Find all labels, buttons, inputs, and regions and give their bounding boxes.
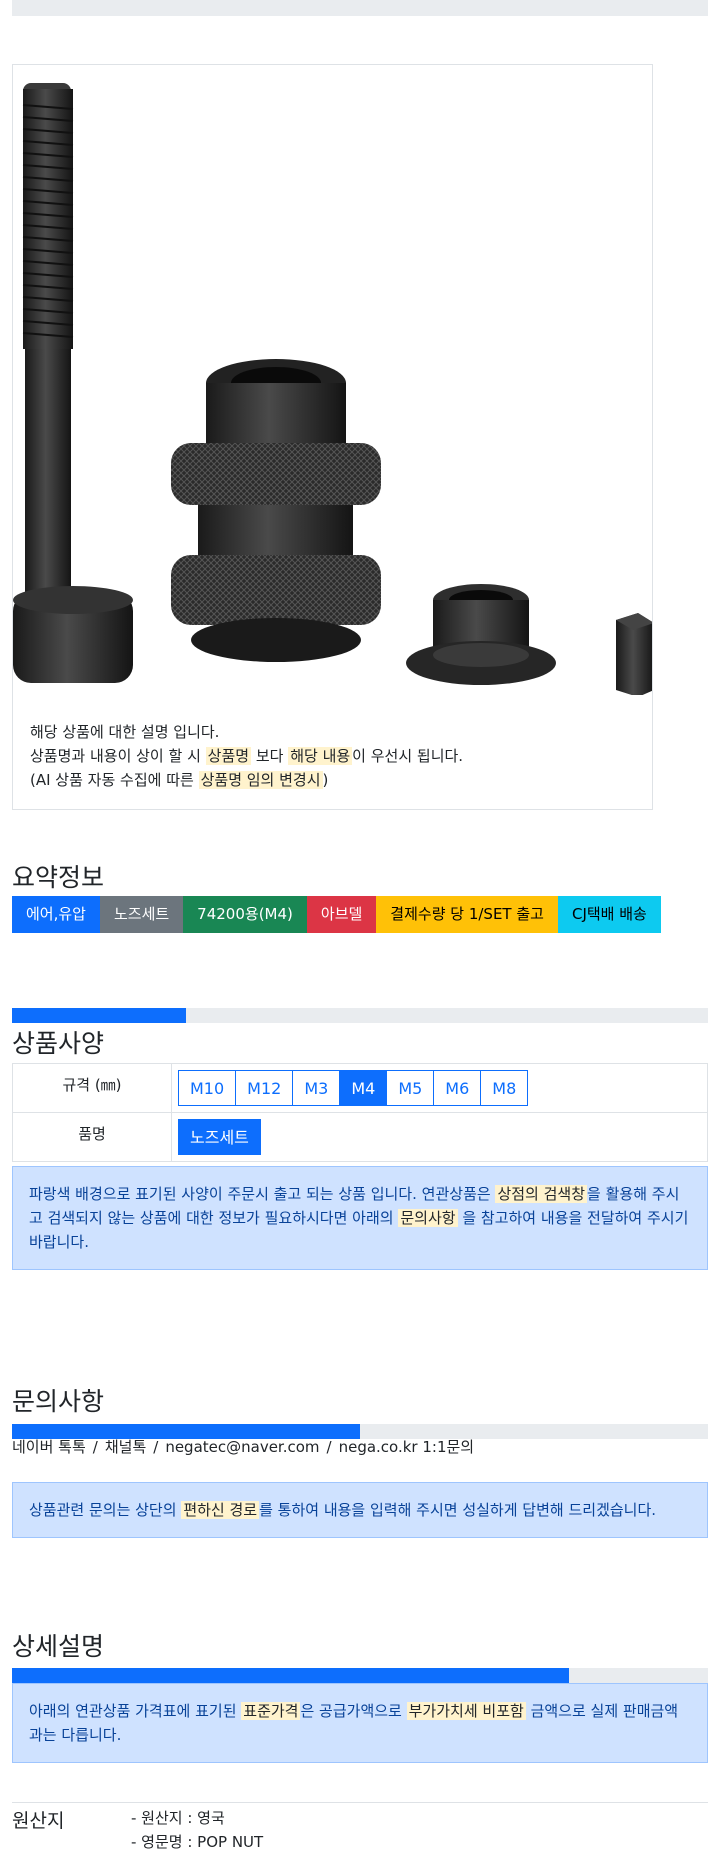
summary-badge: 결제수량 당 1/SET 출고 [376,896,558,933]
spec-notice: 파랑색 배경으로 표기된 사양이 주문시 출고 되는 상품 입니다. 연관상품은… [12,1166,708,1270]
size-option-m8[interactable]: M8 [480,1070,529,1106]
spec-progress-bar [12,1008,708,1023]
notice-text: 를 통하여 내용을 입력해 주시면 성실하게 답변해 드리겠습니다. [259,1501,657,1519]
contact-separator: / [326,1438,332,1456]
size-option-m3[interactable]: M3 [292,1070,341,1106]
spec-row-size: 규격 (㎜) M10 M12 M3 M4 M5 M6 M8 [12,1063,708,1113]
detail-notice: 아래의 연관상품 가격표에 표기된 표준가격 은 공급가액으로 부가가치세 비포함… [12,1683,708,1763]
summary-badge: CJ택배 배송 [557,896,661,933]
contact-list: 네이버 톡톡 / 채널톡 / negatec@naver.com / nega.co.kr … [12,1436,474,1457]
contact-separator: / [92,1438,98,1456]
summary-badge: 노즈세트 [99,896,184,933]
highlight-text: 부가가치세 비포함 [406,1702,526,1720]
origin-divider [12,1802,708,1803]
highlight-text: 상점의 검색창 [495,1185,588,1203]
inquiry-title: 문의사항 [12,1387,105,1416]
origin-item: - 영문명 : POP NUT [131,1833,264,1851]
description-line: (AI 상품 자동 수집에 따른 상품명 임의 변경시) [30,768,463,792]
origin-list: - 원산지 : 영국 - 영문명 : POP NUT [131,1806,263,1854]
product-image [13,83,652,695]
notice-text: 아래의 연관상품 가격표에 표기된 [29,1702,242,1720]
contact-link[interactable]: 채널톡 [105,1438,146,1456]
contact-link[interactable]: nega.co.kr 1:1문의 [339,1438,475,1456]
description-line: 상품명과 내용이 상이 할 시 상품명 보다 해당 내용 이 우선시 됩니다. [30,744,463,768]
spec-title: 상품사양 [12,1029,105,1058]
summary-badge: 아브델 [306,896,377,933]
size-option-m6[interactable]: M6 [433,1070,482,1106]
size-option-group: M10 M12 M3 M4 M5 M6 M8 [178,1070,701,1106]
spec-row-label: 품명 [12,1112,172,1162]
inquiry-notice: 상품관련 문의는 상단의 편하신 경로 를 통하여 내용을 입력해 주시면 성실하… [12,1482,708,1538]
highlight-text: 표준가격 [241,1702,301,1720]
bolt-shape [13,83,133,683]
product-card: 해당 상품에 대한 설명 입니다. 상품명과 내용이 상이 할 시 상품명 보다… [12,64,653,810]
summary-badges: 에어,유압 노즈세트 74200용(M4) 아브델 결제수량 당 1/SET 출고 CJ택… [12,896,661,933]
spec-table: 규격 (㎜) M10 M12 M3 M4 M5 M6 M8 품명 노즈세트 [12,1063,708,1162]
hex-nut-shape [616,613,652,695]
highlight-text: 편하신 경로 [181,1501,260,1519]
spec-progress-fill [12,1008,186,1023]
highlight-text: 문의사항 [398,1209,458,1227]
contact-separator: / [153,1438,159,1456]
size-option-m5[interactable]: M5 [386,1070,435,1106]
origin-item: - 원산지 : 영국 [131,1809,225,1827]
summary-title: 요약정보 [12,863,105,892]
description-text: ) [322,771,329,789]
top-bar [12,0,708,16]
highlight-text: 상품명 [205,747,252,765]
name-option-button[interactable]: 노즈세트 [178,1119,261,1155]
summary-badge: 74200용(M4) [183,896,307,933]
size-option-m12[interactable]: M12 [235,1070,294,1106]
description-text: 보다 [251,747,289,765]
size-option-m10[interactable]: M10 [178,1070,237,1106]
highlight-text: 해당 내용 [288,747,353,765]
notice-text: 파랑색 배경으로 표기된 사양이 주문시 출고 되는 상품 입니다. 연관상품은 [29,1185,496,1203]
spec-row-label: 규격 (㎜) [12,1063,172,1113]
contact-link[interactable]: negatec@naver.com [165,1438,319,1456]
description-text: (AI 상품 자동 수집에 따른 [30,771,199,789]
description-text: 이 우선시 됩니다. [352,747,464,765]
description-text: 상품명과 내용이 상이 할 시 [30,747,206,765]
notice-text: 상품관련 문의는 상단의 [29,1501,182,1519]
detail-progress-bar [12,1668,708,1683]
contact-link[interactable]: 네이버 톡톡 [12,1438,86,1456]
summary-badge: 에어,유압 [12,896,100,933]
notice-text: 은 공급가액으로 [300,1702,407,1720]
description-text: 해당 상품에 대한 설명 입니다. [30,723,220,741]
product-description: 해당 상품에 대한 설명 입니다. 상품명과 내용이 상이 할 시 상품명 보다… [30,720,463,792]
spec-row-name: 품명 노즈세트 [12,1112,708,1162]
highlight-text: 상품명 임의 변경시 [198,771,323,789]
detail-progress-fill [12,1668,569,1683]
size-option-m4[interactable]: M4 [339,1070,388,1106]
spec-row-options: M10 M12 M3 M4 M5 M6 M8 [171,1063,708,1113]
nose-piece-shape [171,359,381,662]
detail-title: 상세설명 [12,1632,105,1661]
origin-label: 원산지 [12,1810,65,1832]
bushing-shape [406,584,556,685]
description-line: 해당 상품에 대한 설명 입니다. [30,720,463,744]
spec-row-options: 노즈세트 [171,1112,708,1162]
